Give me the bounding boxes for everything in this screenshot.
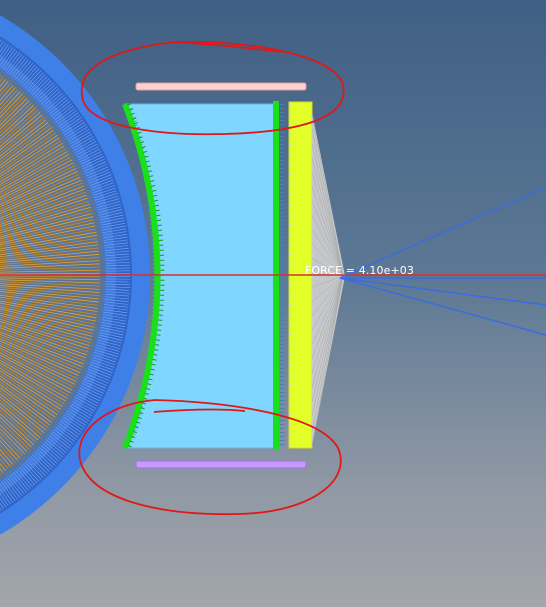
- model-scene: [0, 15, 546, 535]
- force-rays: [339, 186, 546, 336]
- force-readout: FORCE = 4.10e+03: [305, 264, 414, 277]
- fem-viewport[interactable]: FORCE = 4.10e+03: [0, 0, 546, 607]
- roller-body: [0, 15, 150, 535]
- load-fan-icon: [311, 112, 345, 446]
- bottom-clip[interactable]: [135, 460, 307, 469]
- top-clip[interactable]: [135, 82, 307, 91]
